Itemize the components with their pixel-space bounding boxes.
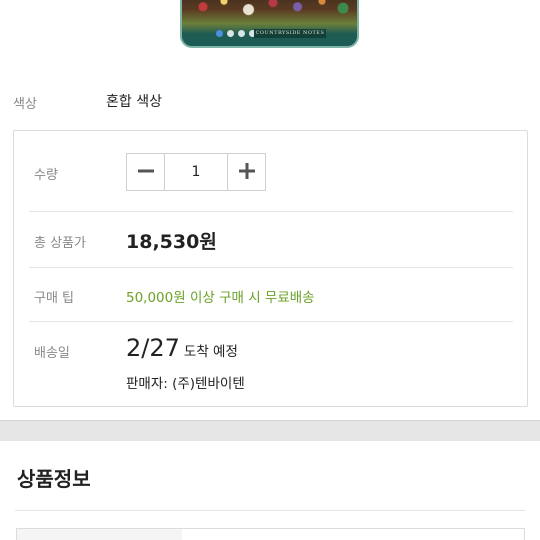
free-shipping-tip: 50,000원 이상 구매 시 무료배송 — [126, 290, 315, 306]
color-value: 혼합 색상 — [106, 94, 162, 110]
shipping-label: 배송일 — [34, 346, 70, 361]
order-option-box: 수량 1 총 상품가 18,530원 구매 팁 50,000원 이상 구매 시 … — [13, 130, 528, 407]
total-price-value: 18,530원 — [126, 231, 217, 253]
quantity-stepper: 1 — [126, 153, 266, 191]
increase-quantity-button[interactable] — [227, 154, 265, 190]
carousel-dot[interactable] — [238, 30, 245, 37]
quantity-row: 수량 1 — [29, 131, 513, 212]
product-info-table-header-cell — [17, 529, 182, 540]
total-price-label: 총 상품가 — [34, 236, 86, 251]
product-info-title: 상품정보 — [17, 467, 91, 491]
purchase-tip-row: 구매 팁 50,000원 이상 구매 시 무료배송 — [29, 268, 513, 322]
shipping-row: 배송일 2/27 도착 예정 판매자: (주)텐바이텐 — [29, 322, 513, 406]
total-price-row: 총 상품가 18,530원 — [29, 212, 513, 268]
decrease-quantity-button[interactable] — [127, 154, 165, 190]
carousel-dot[interactable] — [227, 30, 234, 37]
product-photo-banner: COUNTRYSIDE NOTES — [254, 29, 326, 38]
seller-info: 판매자: (주)텐바이텐 — [126, 376, 245, 392]
product-image-carousel[interactable]: COUNTRYSIDE NOTES — [180, 0, 359, 48]
minus-icon — [137, 159, 155, 185]
quantity-input[interactable]: 1 — [165, 154, 227, 190]
purchase-tip-label: 구매 팁 — [34, 291, 75, 306]
color-label: 색상 — [13, 97, 37, 112]
plus-icon — [238, 159, 256, 185]
quantity-label: 수량 — [34, 168, 58, 183]
product-info-table — [16, 528, 525, 540]
color-option-row: 색상 혼합 색상 — [0, 88, 540, 116]
divider — [15, 510, 525, 511]
section-separator — [0, 420, 540, 441]
delivery-date-suffix: 도착 예정 — [183, 344, 238, 360]
delivery-date: 2/27 — [126, 334, 180, 362]
delivery-estimate: 2/27 도착 예정 — [126, 334, 238, 362]
carousel-dot[interactable] — [216, 30, 223, 37]
product-photo-decoration — [182, 0, 357, 18]
